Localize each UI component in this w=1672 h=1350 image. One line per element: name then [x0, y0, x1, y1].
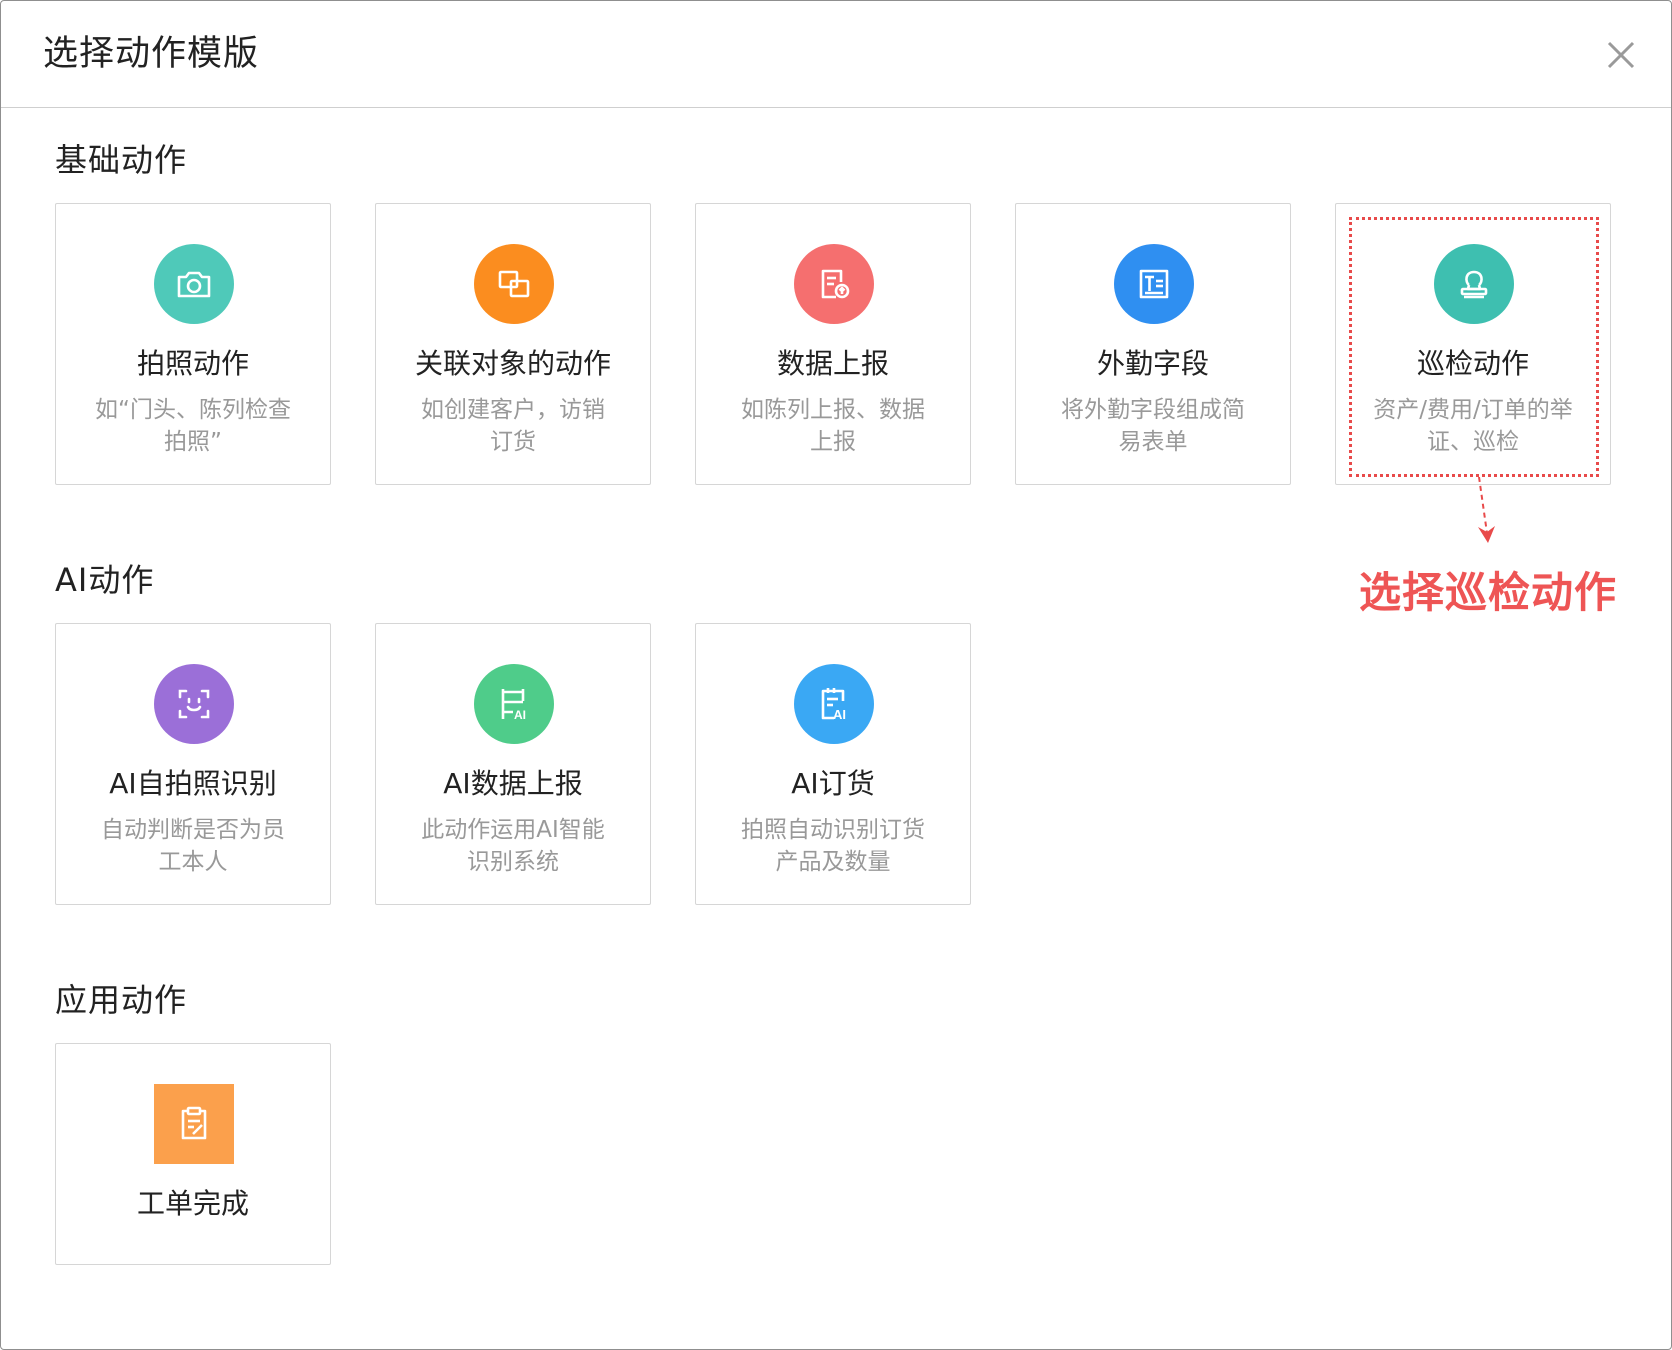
ai-notepad-icon-badge: AI [794, 664, 874, 744]
svg-text:AI: AI [514, 708, 526, 722]
card-desc: 资产/费用/订单的举证、巡检 [1373, 397, 1573, 455]
card-desc: 如陈列上报、数据上报 [741, 397, 925, 455]
card-name: AI数据上报 [443, 767, 583, 800]
linked-objects-icon-badge [474, 244, 554, 324]
card-name: 关联对象的动作 [414, 347, 611, 380]
card-linked-object-action[interactable]: 关联对象的动作 如创建客户，访销订货 [375, 203, 651, 485]
card-ai-ordering[interactable]: AI AI订货 拍照自动识别订货产品及数量 [695, 623, 971, 905]
card-field-form[interactable]: 外勤字段 将外勤字段组成简易表单 [1015, 203, 1291, 485]
card-name: AI自拍照识别 [109, 767, 277, 800]
section-title-basic: 基础动作 [55, 141, 188, 179]
card-desc: 将外勤字段组成简易表单 [1061, 397, 1245, 455]
card-desc: 自动判断是否为员工本人 [101, 817, 285, 875]
annotation-arrow-icon [1478, 477, 1495, 543]
card-data-report[interactable]: 数据上报 如陈列上报、数据上报 [695, 203, 971, 485]
card-name: 数据上报 [776, 347, 889, 380]
upload-report-icon [821, 269, 850, 299]
annotation-label: 选择巡检动作 [1359, 568, 1618, 617]
card-ai-data-report[interactable]: AI AI数据上报 此动作运用AI智能识别系统 [375, 623, 651, 905]
ai-notepad-icon: AI [821, 688, 846, 722]
svg-text:AI: AI [833, 707, 846, 722]
card-desc: 此动作运用AI智能识别系统 [421, 817, 605, 875]
stamp-icon-badge [1434, 244, 1514, 324]
card-name: 巡检动作 [1416, 347, 1529, 380]
section-title-ai: AI动作 [55, 561, 155, 599]
section-title-app: 应用动作 [55, 981, 188, 1019]
face-scan-icon [178, 689, 210, 719]
dialog-title: 选择动作模版 [43, 34, 260, 74]
card-name: 外勤字段 [1096, 347, 1209, 380]
card-desc: 如创建客户，访销订货 [421, 397, 605, 455]
camera-icon-badge [154, 244, 234, 324]
close-button[interactable] [1601, 35, 1641, 75]
card-desc: 如“门头、陈列检查拍照” [95, 397, 291, 455]
camera-icon [177, 271, 211, 298]
clipboard-edit-icon-badge [154, 1084, 234, 1164]
text-form-icon [1139, 269, 1169, 299]
ai-shelf-icon-badge: AI [474, 664, 554, 744]
ai-shelf-icon: AI [501, 689, 526, 722]
select-action-template-dialog: 选择动作模版 基础动作 拍照动作 如“门头、陈列检查拍照” 关联对象的动作 如创… [0, 0, 1672, 1350]
card-name: 拍照动作 [136, 347, 249, 380]
face-scan-icon-badge [154, 664, 234, 744]
card-name: AI订货 [791, 767, 875, 800]
dialog-header: 选择动作模版 [1, 1, 1671, 108]
linked-objects-icon [498, 270, 530, 298]
card-ai-selfie[interactable]: AI自拍照识别 自动判断是否为员工本人 [55, 623, 331, 905]
clipboard-edit-icon [181, 1106, 207, 1140]
close-icon [1607, 41, 1635, 69]
card-work-order-complete[interactable]: 工单完成 [55, 1043, 331, 1265]
card-photo-action[interactable]: 拍照动作 如“门头、陈列检查拍照” [55, 203, 331, 485]
stamp-icon [1460, 270, 1488, 299]
upload-report-icon-badge [794, 244, 874, 324]
card-desc: 拍照自动识别订货产品及数量 [741, 817, 925, 875]
text-form-icon-badge [1114, 244, 1194, 324]
card-name: 工单完成 [136, 1187, 249, 1220]
card-inspection-action[interactable]: 巡检动作 资产/费用/订单的举证、巡检 [1335, 203, 1611, 485]
